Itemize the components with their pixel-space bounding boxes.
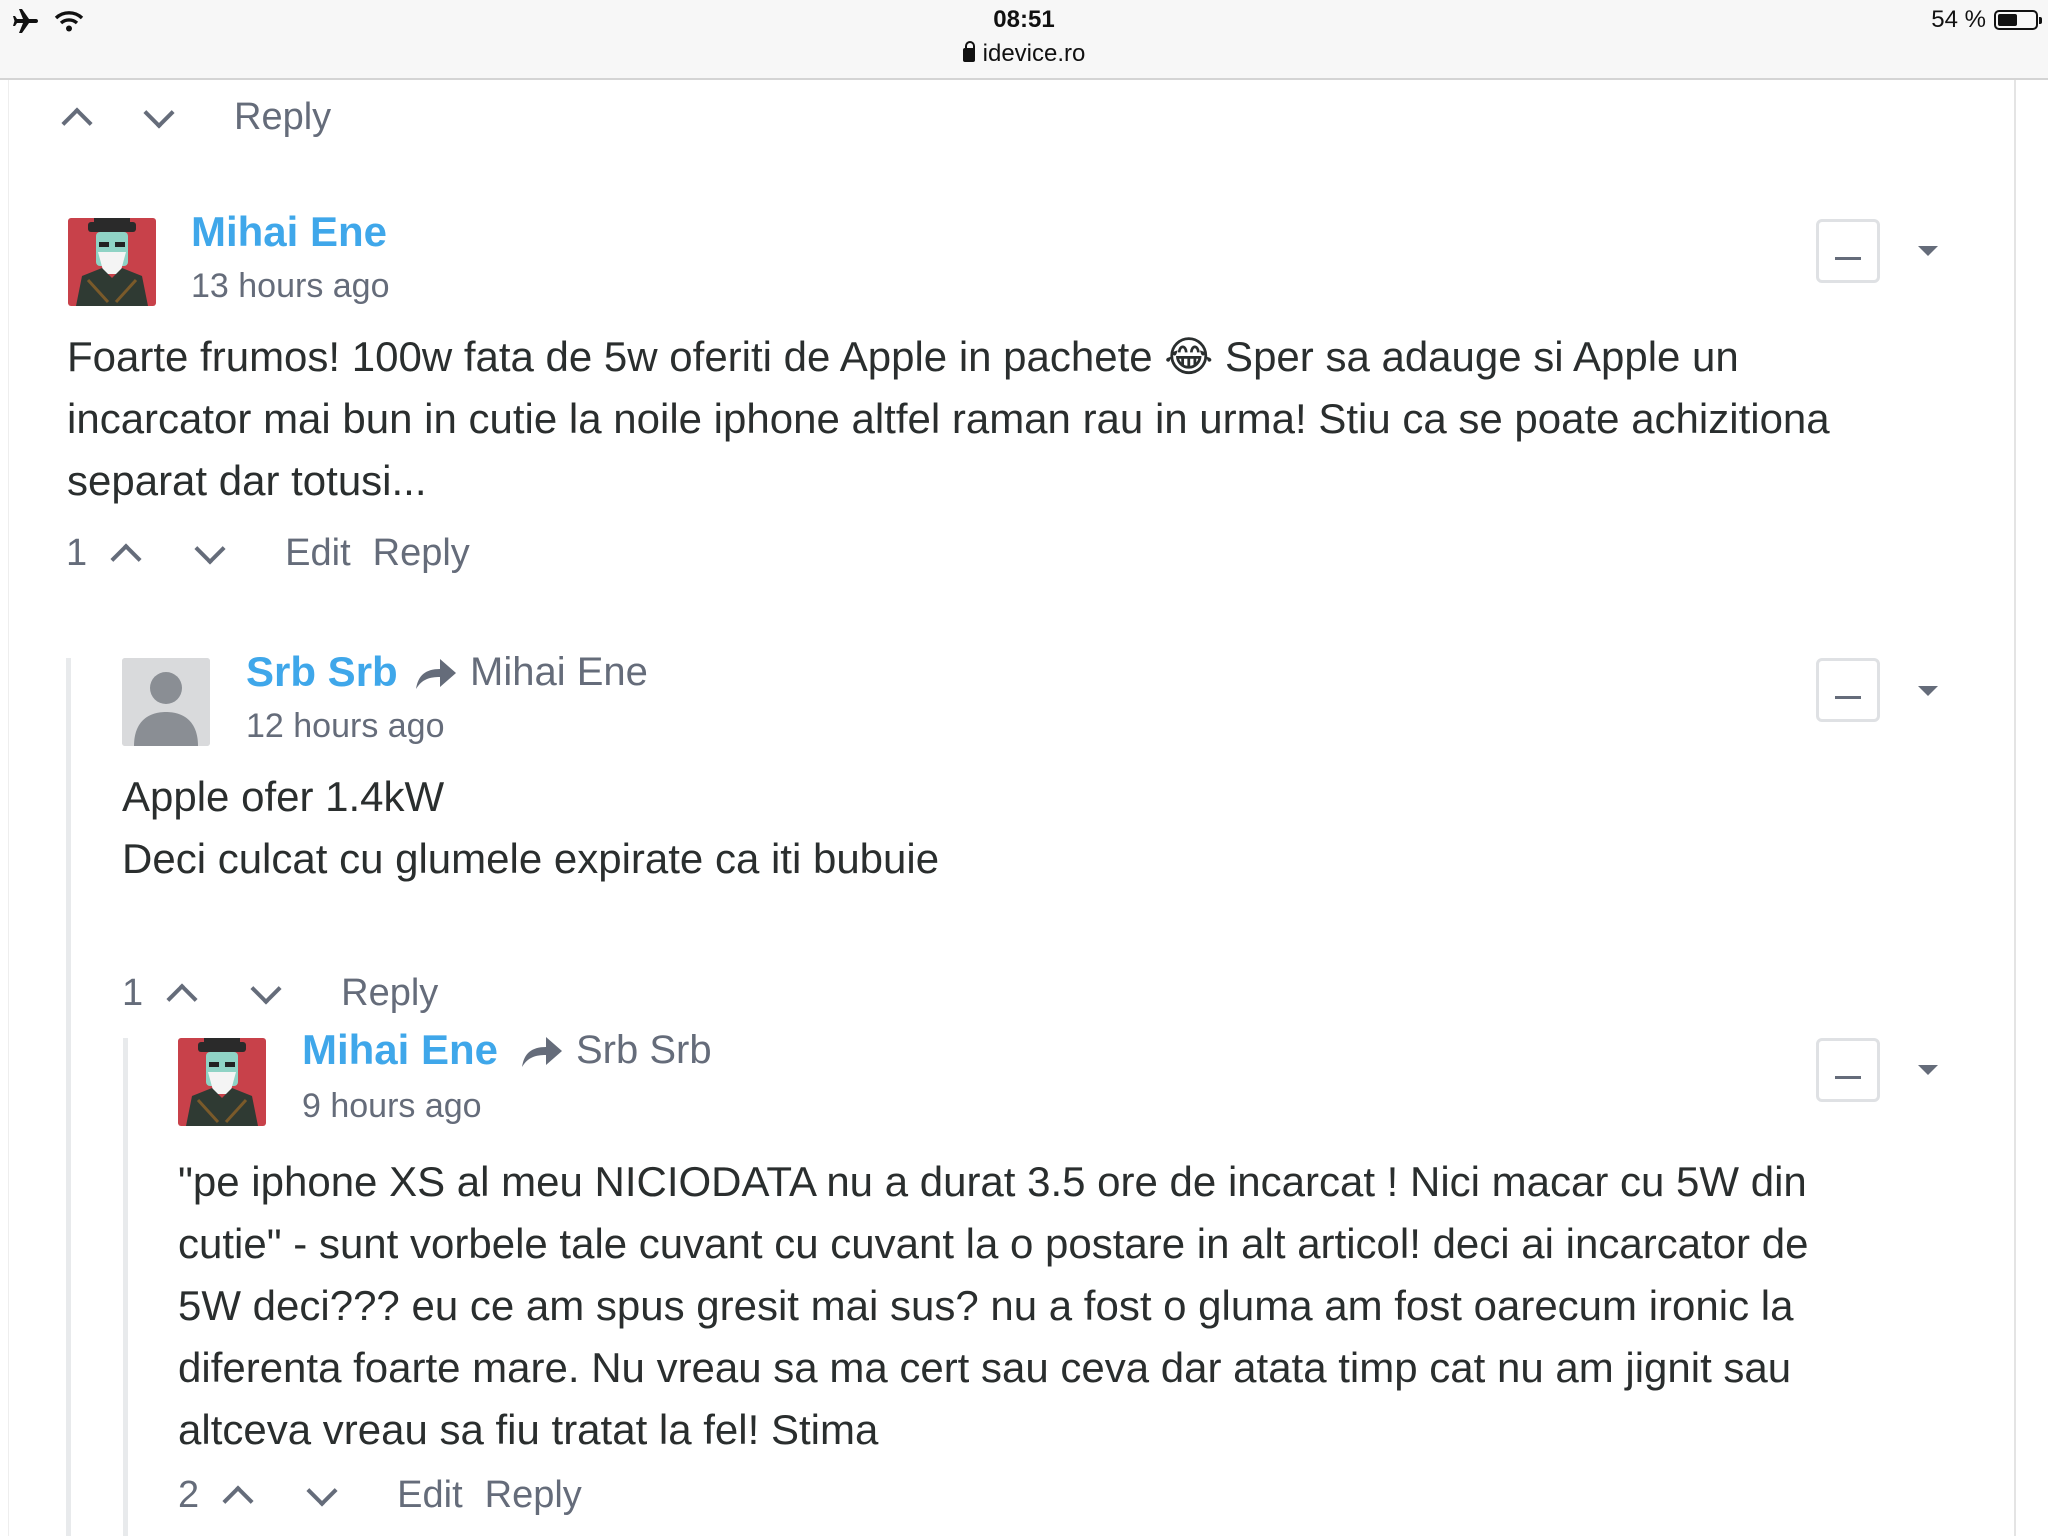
upvote-icon[interactable] [222, 1484, 254, 1517]
comment-thread: Reply Mihai Ene 13 hours ago Foarte frum… [0, 80, 2048, 1536]
comment-time[interactable]: 12 hours ago [246, 707, 445, 746]
thread-indent-line [123, 1038, 128, 1536]
vote-count: 1 [122, 972, 144, 1014]
comment-actions: 1 Edit Reply [66, 532, 470, 575]
comment-body: Foarte frumos! 100w fata de 5w oferiti d… [67, 326, 1967, 512]
battery-fill [1998, 14, 2018, 26]
reply-arrow-icon [416, 658, 456, 689]
thread-indent-line [66, 658, 71, 1536]
reply-to[interactable]: Mihai Ene [414, 650, 648, 695]
comment-line: 5W deci??? eu ce am spus gresit mai sus?… [178, 1282, 1794, 1329]
reply-to-name[interactable]: Mihai Ene [470, 650, 648, 695]
comment-actions: 1 Reply [122, 972, 438, 1015]
comment-body: Apple ofer 1.4kW Deci culcat cu glumele … [122, 766, 1972, 890]
comment-line: Foarte frumos! 100w fata de 5w oferiti d… [67, 333, 1739, 380]
comment-line: cutie" - sunt vorbele tale cuvant cu cuv… [178, 1220, 1809, 1267]
default-avatar-icon [122, 658, 210, 746]
vote-count: 1 [66, 532, 88, 574]
comment-actions: 2 Edit Reply [178, 1474, 582, 1517]
collapse-button[interactable] [1816, 1038, 1880, 1102]
avatar[interactable] [178, 1038, 266, 1126]
comment-line: altceva vreau sa fiu tratat la fel! Stim… [178, 1406, 879, 1453]
downvote-icon[interactable] [250, 972, 282, 1005]
status-right: 54 % [1931, 6, 2042, 34]
collapse-button[interactable] [1816, 219, 1880, 283]
edit-link[interactable]: Edit [397, 1474, 462, 1517]
address-bar[interactable]: idevice.ro [0, 40, 2048, 68]
status-bar: 08:51 idevice.ro 54 % [0, 0, 2048, 80]
reply-link[interactable]: Reply [485, 1474, 582, 1517]
comment-line: Apple ofer 1.4kW [122, 773, 445, 820]
comment-line: "pe iphone XS al meu NICIODATA nu a dura… [178, 1158, 1807, 1205]
vote-count: 2 [178, 1474, 200, 1516]
downvote-icon[interactable] [306, 1474, 338, 1507]
comment-body: "pe iphone XS al meu NICIODATA nu a dura… [178, 1151, 1978, 1461]
lock-icon [962, 41, 975, 62]
comment-menu-caret-icon[interactable] [1918, 246, 1938, 256]
comment-author[interactable]: Mihai Ene [302, 1026, 498, 1074]
reply-arrow-icon [522, 1036, 562, 1067]
comment-menu-caret-icon[interactable] [1918, 686, 1938, 696]
comment-line: incarcator mai bun in cutie la noile iph… [67, 395, 1830, 442]
downvote-icon[interactable] [194, 532, 226, 565]
previous-comment-actions: Reply [61, 96, 331, 139]
comment-author[interactable]: Mihai Ene [191, 208, 387, 256]
reply-link[interactable]: Reply [341, 972, 438, 1015]
edit-link[interactable]: Edit [285, 532, 350, 575]
comment-menu-caret-icon[interactable] [1918, 1065, 1938, 1075]
reply-link[interactable]: Reply [234, 96, 331, 139]
avatar-image [68, 218, 156, 306]
reply-to-name[interactable]: Srb Srb [576, 1028, 712, 1073]
reply-link[interactable]: Reply [373, 532, 470, 575]
upvote-icon[interactable] [166, 982, 198, 1015]
comment-line: separat dar totusi... [67, 457, 427, 504]
reply-to[interactable]: Srb Srb [520, 1028, 712, 1073]
comment-line: Deci culcat cu glumele expirate ca iti b… [122, 835, 940, 882]
avatar[interactable] [68, 218, 156, 306]
downvote-icon[interactable] [143, 96, 175, 129]
upvote-icon[interactable] [110, 542, 142, 575]
avatar[interactable] [122, 658, 210, 746]
comment-time[interactable]: 9 hours ago [302, 1087, 482, 1126]
url-text: idevice.ro [982, 40, 1086, 67]
collapse-button[interactable] [1816, 658, 1880, 722]
avatar-image [178, 1038, 266, 1126]
comment-time[interactable]: 13 hours ago [191, 267, 390, 306]
clock: 08:51 [993, 6, 1055, 33]
comment-line: diferenta foarte mare. Nu vreau sa ma ce… [178, 1344, 1792, 1391]
battery-icon [1994, 10, 2042, 30]
comment-author[interactable]: Srb Srb [246, 648, 398, 696]
upvote-icon[interactable] [61, 106, 93, 139]
battery-percent: 54 % [1931, 6, 1986, 33]
